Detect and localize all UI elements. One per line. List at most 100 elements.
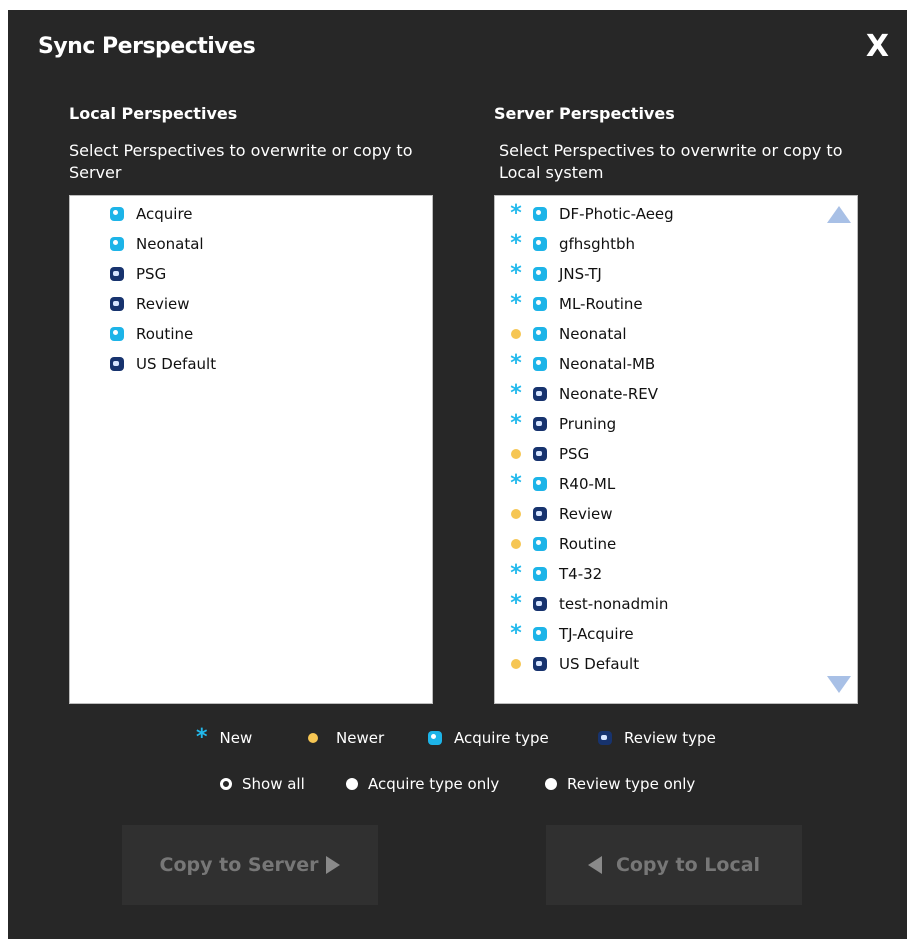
list-item-label: TJ-Acquire (559, 625, 634, 643)
acquire-type-icon (533, 357, 547, 371)
radio-icon (346, 778, 358, 790)
review-type-icon (110, 357, 124, 371)
list-item[interactable]: PSG (509, 442, 589, 466)
asterisk-icon: * (196, 725, 208, 750)
review-type-icon (533, 387, 547, 401)
asterisk-icon: * (510, 231, 522, 256)
review-type-icon (110, 297, 124, 311)
list-item-label: Routine (559, 535, 617, 553)
list-item[interactable]: US Default (110, 352, 216, 376)
list-item[interactable]: * Neonate-REV (509, 382, 658, 406)
legend-new-label: New (219, 729, 253, 747)
acquire-type-icon (533, 237, 547, 251)
list-item[interactable]: Routine (110, 322, 193, 346)
copy-to-server-button[interactable]: Copy to Server (122, 825, 378, 905)
list-item[interactable]: * Neonatal-MB (509, 352, 655, 376)
review-type-icon (533, 507, 547, 521)
legend-acquire: Acquire type (428, 729, 549, 747)
list-item-label: R40-ML (559, 475, 616, 493)
radio-icon (545, 778, 557, 790)
list-item-label: US Default (559, 655, 640, 673)
asterisk-icon: * (510, 411, 522, 436)
filter-acquire-only-label: Acquire type only (368, 775, 500, 793)
copy-to-local-label: Copy to Local (615, 854, 761, 876)
list-item[interactable]: * gfhsghtbh (509, 232, 635, 256)
radio-selected-icon (220, 778, 232, 790)
acquire-type-icon (110, 207, 124, 221)
list-item[interactable]: * TJ-Acquire (509, 621, 634, 646)
dialog-title: Sync Perspectives (38, 34, 256, 59)
review-type-icon (533, 597, 547, 611)
scroll-down-icon[interactable] (827, 676, 851, 693)
acquire-type-icon (533, 267, 547, 281)
asterisk-icon: * (510, 471, 522, 496)
list-item-label: Neonatal-MB (559, 355, 656, 373)
list-item-label: test-nonadmin (559, 595, 669, 613)
acquire-type-icon (533, 297, 547, 311)
acquire-type-icon (110, 237, 124, 251)
asterisk-icon: * (510, 351, 522, 376)
acquire-type-icon (533, 537, 547, 551)
list-item[interactable]: Review (509, 502, 613, 526)
list-item-label: Pruning (559, 415, 617, 433)
local-perspectives-list[interactable]: Acquire Neonatal PSG Review Routine US Defaul… (69, 195, 433, 704)
list-item-label: T4-32 (559, 565, 603, 583)
dot-icon (509, 507, 523, 521)
filter-acquire-only[interactable]: Acquire type only (346, 775, 499, 793)
list-item[interactable]: * DF-Photic-Aeeg (509, 201, 674, 226)
filter-show-all-label: Show all (242, 775, 305, 793)
acquire-type-icon (110, 327, 124, 341)
asterisk-icon: * (510, 381, 522, 406)
server-perspectives-heading: Server Perspectives (494, 104, 675, 123)
dot-icon (509, 537, 523, 551)
dot-icon (308, 733, 318, 743)
list-item[interactable]: * R40-ML (509, 472, 615, 496)
server-perspectives-subtitle: Select Perspectives to overwrite or copy… (499, 141, 843, 182)
list-item[interactable]: Neonatal (509, 322, 627, 346)
list-item[interactable]: PSG (110, 262, 166, 286)
filter-show-all[interactable]: Show all (220, 775, 305, 793)
list-item-label: Routine (136, 325, 194, 343)
acquire-type-icon (428, 731, 442, 745)
review-type-icon (533, 657, 547, 671)
list-item-label: PSG (136, 265, 167, 283)
filter-review-only[interactable]: Review type only (545, 775, 695, 793)
dot-icon (509, 447, 523, 461)
list-item-label: Review (136, 295, 190, 313)
list-item[interactable]: * Pruning (509, 412, 616, 436)
list-item[interactable]: Routine (509, 532, 616, 556)
dot-icon (509, 657, 523, 671)
list-item[interactable]: Acquire (110, 202, 193, 226)
list-item-label: Neonatal (559, 325, 627, 343)
list-item-label: DF-Photic-Aeeg (559, 205, 674, 223)
list-item[interactable]: Review (110, 292, 190, 316)
dot-icon (509, 327, 523, 341)
list-item[interactable]: * JNS-TJ (509, 262, 602, 286)
close-button[interactable]: X (866, 32, 889, 62)
review-type-icon (598, 731, 612, 745)
asterisk-icon: * (510, 261, 522, 286)
arrow-left-icon (587, 856, 602, 874)
legend-review: Review type (598, 729, 716, 747)
legend-newer: Newer (308, 729, 384, 747)
list-item-label: PSG (559, 445, 590, 463)
asterisk-icon: * (510, 621, 522, 646)
review-type-icon (110, 267, 124, 281)
legend-review-label: Review type (624, 729, 716, 747)
filter-review-only-label: Review type only (567, 775, 696, 793)
server-perspectives-list[interactable]: * DF-Photic-Aeeg * gfhsghtbh * JNS-TJ * ML-Rout… (494, 195, 858, 704)
list-item[interactable]: * test-nonadmin (509, 592, 668, 616)
list-item-label: Review (559, 505, 613, 523)
arrow-right-icon (326, 856, 341, 874)
list-item-label: Neonate-REV (559, 385, 659, 403)
list-item[interactable]: * T4-32 (509, 562, 602, 586)
copy-to-local-button[interactable]: Copy to Local (546, 825, 802, 905)
asterisk-icon: * (510, 561, 522, 586)
acquire-type-icon (533, 207, 547, 221)
asterisk-icon: * (510, 201, 522, 226)
list-item[interactable]: * ML-Routine (509, 292, 642, 316)
scroll-up-icon[interactable] (827, 206, 851, 223)
list-item[interactable]: US Default (509, 652, 639, 676)
review-type-icon (533, 417, 547, 431)
list-item[interactable]: Neonatal (110, 232, 204, 256)
